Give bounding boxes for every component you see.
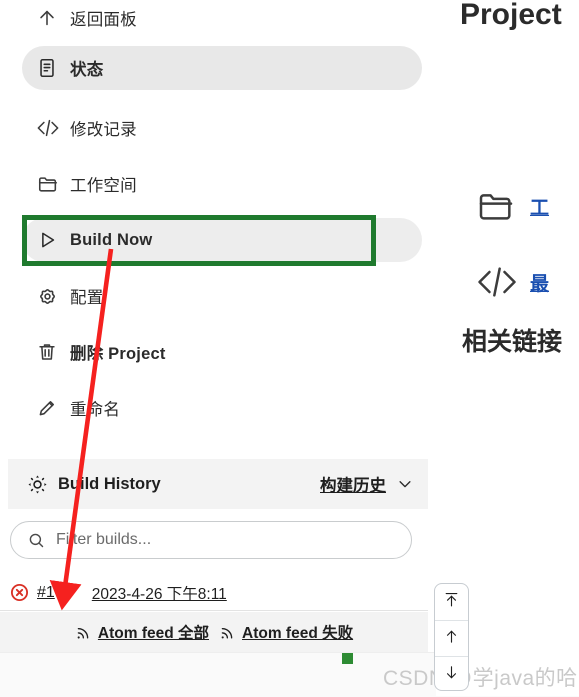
arrow-to-top-icon bbox=[443, 591, 460, 613]
sidebar-item-label: 重命名 bbox=[70, 401, 121, 419]
page-title: Project bbox=[460, 0, 562, 31]
folder-icon bbox=[474, 186, 530, 226]
sidebar-item-label: 工作空间 bbox=[70, 177, 137, 195]
atom-feed-failed-link[interactable]: Atom feed 失败 bbox=[219, 621, 353, 643]
document-icon bbox=[36, 55, 70, 81]
filter-builds-placeholder: Filter builds... bbox=[56, 531, 152, 548]
sidebar-item-label: 返回面板 bbox=[70, 11, 137, 29]
sidebar-item-changes[interactable]: 修改记录 bbox=[22, 106, 422, 150]
arrow-down-icon bbox=[443, 664, 460, 686]
sidebar-item-rename[interactable]: 重命名 bbox=[22, 386, 422, 430]
play-icon bbox=[36, 227, 70, 253]
sidebar: 返回面板 状态 修改记录 工作空间 Build Now 配置 删除 Projec… bbox=[0, 0, 436, 652]
weather-icon bbox=[26, 473, 58, 496]
sidebar-item-build-now[interactable]: Build Now bbox=[22, 218, 422, 262]
atom-feed-failed-label: Atom feed 失败 bbox=[242, 625, 354, 642]
arrow-up-icon bbox=[443, 628, 460, 650]
sidebar-item-label: 删除 Project bbox=[70, 345, 166, 363]
scroll-up-button[interactable] bbox=[435, 620, 468, 656]
arrow-up-icon bbox=[36, 5, 70, 31]
sidebar-item-configure[interactable]: 配置 bbox=[22, 274, 422, 318]
filter-builds-input[interactable]: Filter builds... bbox=[10, 521, 412, 559]
scroll-down-button[interactable] bbox=[435, 656, 468, 690]
sidebar-item-workspace[interactable]: 工作空间 bbox=[22, 162, 422, 206]
green-square-marker bbox=[342, 653, 353, 664]
build-history-row[interactable]: #1 2023-4-26 下午8:11 bbox=[0, 575, 428, 611]
gear-icon bbox=[36, 283, 70, 309]
pencil-icon bbox=[36, 395, 70, 421]
sidebar-item-status[interactable]: 状态 bbox=[22, 46, 422, 90]
sidebar-item-label: 配置 bbox=[70, 289, 104, 307]
sidebar-item-label: 修改记录 bbox=[70, 121, 137, 139]
sidebar-item-label: 状态 bbox=[70, 61, 104, 79]
rss-icon bbox=[219, 624, 236, 641]
chevron-down-icon[interactable] bbox=[396, 475, 414, 493]
scroll-controls bbox=[434, 583, 469, 691]
build-timestamp-link[interactable]: 2023-4-26 下午8:11 bbox=[92, 582, 227, 604]
main-link-changes-label: 最 bbox=[530, 273, 550, 295]
rss-icon bbox=[75, 624, 92, 641]
build-history-title: Build History bbox=[58, 474, 161, 493]
main-link-workspace[interactable]: 工 bbox=[474, 186, 549, 226]
build-history-link[interactable]: 构建历史 bbox=[320, 472, 386, 496]
atom-feed-all-label: Atom feed 全部 bbox=[97, 625, 209, 642]
scroll-to-top-button[interactable] bbox=[435, 584, 468, 620]
atom-feeds-bar: Atom feed 全部 Atom feed 失败 bbox=[0, 612, 428, 652]
related-links-heading: 相关链接 bbox=[462, 328, 563, 356]
sidebar-item-back-to-dashboard[interactable]: 返回面板 bbox=[22, 0, 422, 40]
watermark: CSDN @学java的哈哈 bbox=[383, 667, 579, 690]
main-link-workspace-label: 工 bbox=[530, 197, 550, 219]
code-icon bbox=[474, 262, 530, 302]
atom-feed-all-link[interactable]: Atom feed 全部 bbox=[75, 621, 209, 643]
page-root: 返回面板 状态 修改记录 工作空间 Build Now 配置 删除 Projec… bbox=[0, 0, 579, 697]
build-number-link[interactable]: #1 bbox=[37, 584, 55, 602]
failed-icon bbox=[10, 583, 29, 602]
sidebar-item-delete-project[interactable]: 删除 Project bbox=[22, 330, 422, 374]
trash-icon bbox=[36, 339, 70, 365]
sidebar-item-label: Build Now bbox=[70, 230, 153, 249]
build-history-header[interactable]: Build History 构建历史 bbox=[8, 459, 428, 509]
code-icon bbox=[36, 115, 70, 141]
folder-icon bbox=[36, 171, 70, 197]
main-link-changes[interactable]: 最 bbox=[474, 262, 549, 302]
search-icon bbox=[27, 531, 46, 550]
